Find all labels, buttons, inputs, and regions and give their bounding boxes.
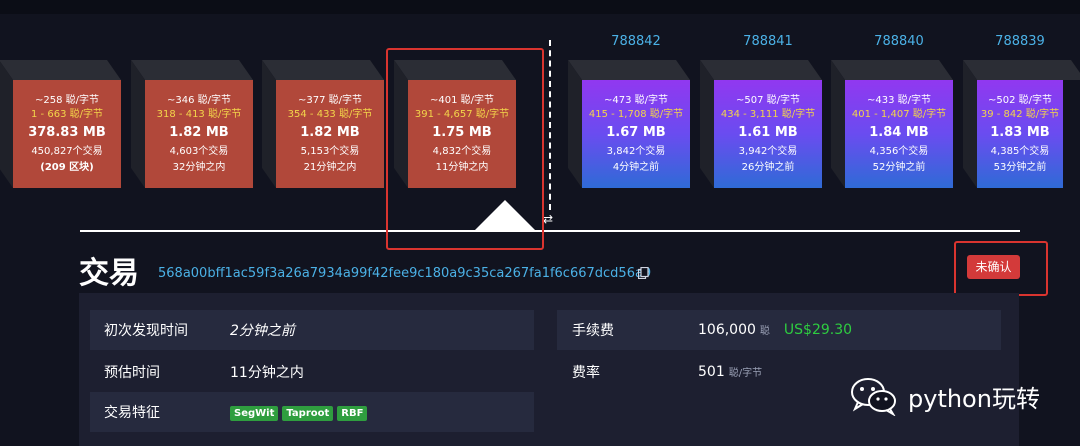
block-face: ~473 聪/字节 415 - 1,708 聪/字节 1.67 MB 3,842…	[582, 80, 690, 188]
block-size: 378.83 MB	[28, 125, 106, 140]
block-median-fee: ~473 聪/字节	[603, 95, 668, 106]
copy-icon[interactable]	[638, 267, 649, 279]
block-tx-count: 4,603个交易	[169, 146, 229, 157]
block-card[interactable]: ~473 聪/字节 415 - 1,708 聪/字节 1.67 MB 3,842…	[568, 60, 690, 188]
block-tx-count: 5,153个交易	[300, 146, 360, 157]
watermark-text: python玩转	[908, 384, 1040, 413]
strip-baseline	[80, 230, 1020, 232]
tx-hash-link[interactable]: 568a00bff1ac59f3a26a7934a99f42fee9c180a9…	[158, 266, 651, 281]
block-fee-range: 39 - 842 聪/字节	[980, 109, 1060, 120]
block-face: ~346 聪/字节 318 - 413 聪/字节 1.82 MB 4,603个交…	[145, 80, 253, 188]
block-face: ~433 聪/字节 401 - 1,407 聪/字节 1.84 MB 4,356…	[845, 80, 953, 188]
block-card[interactable]: ~377 聪/字节 354 - 433 聪/字节 1.82 MB 5,153个交…	[262, 60, 384, 188]
block-time: 26分钟之前	[741, 162, 795, 173]
feature-tag[interactable]: SegWit	[230, 405, 279, 421]
block-time: 21分钟之内	[303, 162, 357, 173]
row-features: 交易特征 SegWit Taproot RBF	[90, 392, 534, 432]
block-size: 1.83 MB	[990, 125, 1050, 140]
block-tx-count: 4,385个交易	[990, 146, 1050, 157]
block-fee-range: 354 - 433 聪/字节	[287, 109, 373, 120]
eta-label: 预估时间	[104, 365, 160, 381]
features-label: 交易特征	[104, 405, 160, 421]
block-tx-count: 450,827个交易	[31, 146, 103, 157]
block-height[interactable]: 788842	[582, 34, 690, 49]
block-card[interactable]: ~502 聪/字节 39 - 842 聪/字节 1.83 MB 4,385个交易…	[963, 60, 1080, 188]
swap-arrows-icon[interactable]: ⇄	[543, 212, 553, 226]
block-tx-count: 4,356个交易	[869, 146, 929, 157]
block-fee-range: 434 - 3,111 聪/字节	[720, 109, 816, 120]
fee-value: 106,000	[698, 322, 756, 338]
mempool-divider	[549, 40, 551, 210]
fee-unit: 聪	[759, 326, 770, 337]
block-fee-range: 415 - 1,708 聪/字节	[588, 109, 684, 120]
feature-tag[interactable]: Taproot	[282, 405, 334, 421]
first-seen-label: 初次发现时间	[104, 323, 188, 339]
block-size: 1.82 MB	[300, 125, 360, 140]
rate-value: 501	[698, 364, 725, 380]
block-time: 52分钟之前	[872, 162, 926, 173]
highlight-box-block	[386, 48, 544, 250]
block-time: (209 区块)	[40, 162, 94, 173]
block-card[interactable]: ~346 聪/字节 318 - 413 聪/字节 1.82 MB 4,603个交…	[131, 60, 253, 188]
block-median-fee: ~377 聪/字节	[297, 95, 362, 106]
wechat-icon	[851, 378, 896, 416]
rate-label: 费率	[572, 365, 600, 381]
eta-value: 11分钟之内	[230, 365, 304, 381]
block-median-fee: ~346 聪/字节	[166, 95, 231, 106]
block-fee-range: 401 - 1,407 聪/字节	[851, 109, 947, 120]
fee-label: 手续费	[572, 323, 614, 339]
row-first-seen: 初次发现时间 2分钟之前	[90, 310, 534, 350]
block-time: 32分钟之内	[172, 162, 226, 173]
block-time: 53分钟之前	[993, 162, 1047, 173]
block-size: 1.61 MB	[738, 125, 798, 140]
row-eta: 预估时间 11分钟之内	[90, 352, 534, 392]
feature-tag[interactable]: RBF	[337, 405, 368, 421]
details-panel: 初次发现时间 2分钟之前 预估时间 11分钟之内 交易特征 SegWit Tapr…	[79, 293, 1019, 446]
fee-value-group: 106,000 聪 US$29.30	[698, 322, 852, 338]
rate-unit: 聪/字节	[728, 368, 763, 379]
block-face: ~377 聪/字节 354 - 433 聪/字节 1.82 MB 5,153个交…	[276, 80, 384, 188]
block-face: ~507 聪/字节 434 - 3,111 聪/字节 1.61 MB 3,942…	[714, 80, 822, 188]
block-face: ~258 聪/字节 1 - 663 聪/字节 378.83 MB 450,827…	[13, 80, 121, 188]
features-tags: SegWit Taproot RBF	[230, 404, 371, 421]
watermark: python玩转	[850, 376, 1040, 416]
block-size: 1.67 MB	[606, 125, 666, 140]
block-tx-count: 3,842个交易	[606, 146, 666, 157]
first-seen-value: 2分钟之前	[230, 323, 295, 339]
block-fee-range: 318 - 413 聪/字节	[156, 109, 242, 120]
rate-value-group: 501 聪/字节	[698, 364, 762, 380]
block-time: 4分钟之前	[612, 162, 660, 173]
block-height[interactable]: 788839	[977, 34, 1063, 49]
block-size: 1.82 MB	[169, 125, 229, 140]
page-title: 交易	[79, 256, 139, 291]
block-tx-count: 3,942个交易	[738, 146, 798, 157]
block-size: 1.84 MB	[869, 125, 929, 140]
block-median-fee: ~433 聪/字节	[866, 95, 931, 106]
block-face: ~502 聪/字节 39 - 842 聪/字节 1.83 MB 4,385个交易…	[977, 80, 1063, 188]
row-fee: 手续费 106,000 聪 US$29.30	[557, 310, 1001, 350]
block-card[interactable]: ~433 聪/字节 401 - 1,407 聪/字节 1.84 MB 4,356…	[831, 60, 953, 188]
block-card[interactable]: ~258 聪/字节 1 - 663 聪/字节 378.83 MB 450,827…	[0, 60, 121, 188]
block-median-fee: ~502 聪/字节	[987, 95, 1052, 106]
block-median-fee: ~507 聪/字节	[735, 95, 800, 106]
block-median-fee: ~258 聪/字节	[34, 95, 99, 106]
fee-usd: US$29.30	[783, 322, 853, 338]
status-badge: 未确认	[967, 255, 1020, 279]
block-card[interactable]: ~507 聪/字节 434 - 3,111 聪/字节 1.61 MB 3,942…	[700, 60, 822, 188]
block-fee-range: 1 - 663 聪/字节	[31, 109, 103, 120]
block-height[interactable]: 788840	[845, 34, 953, 49]
block-height[interactable]: 788841	[714, 34, 822, 49]
